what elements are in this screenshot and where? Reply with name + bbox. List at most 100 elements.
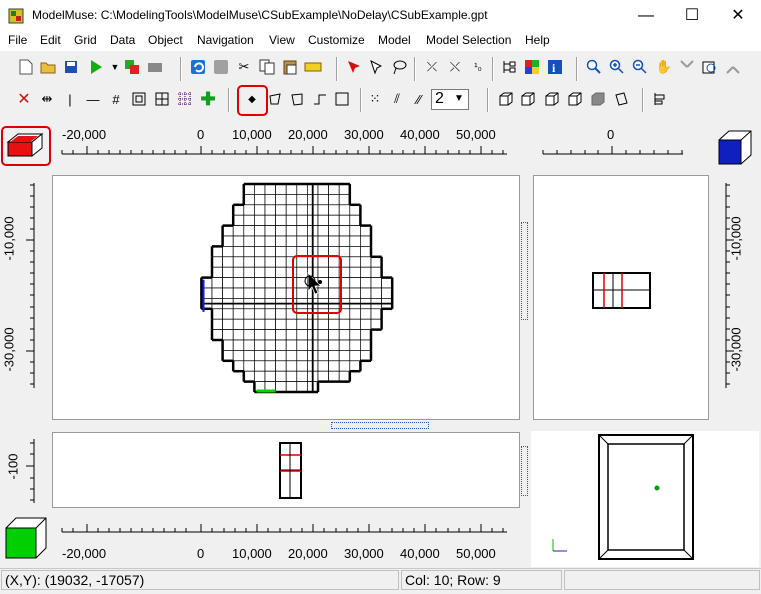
toolbar-row-1: ▼ ✂ ⤫ ⤬ ¹₀ i ✋ — [0, 52, 761, 86]
top-ruler: -20,000 0 10,000 20,000 30,000 40,000 50… — [52, 124, 522, 172]
cube-side-icon[interactable] — [543, 90, 561, 108]
maximize-button[interactable]: ☐ — [669, 0, 715, 31]
select-point-icon[interactable] — [368, 58, 386, 76]
vertical-splitter-handle[interactable] — [521, 222, 528, 320]
run-dropdown-icon[interactable]: ▼ — [106, 58, 124, 76]
close-button[interactable]: ✕ — [715, 0, 761, 31]
side-view-panel[interactable] — [533, 175, 709, 420]
right-ruler-label: -10,000 — [728, 216, 744, 261]
cube-wire-icon[interactable] — [612, 90, 630, 108]
left-ruler-label: -30,000 — [1, 327, 17, 372]
create-line-icon[interactable] — [266, 90, 284, 108]
cube-front-icon[interactable] — [519, 90, 537, 108]
minimize-button[interactable]: — — [623, 0, 669, 31]
next-view-icon[interactable] — [724, 58, 742, 76]
create-polygon-icon[interactable] — [288, 90, 306, 108]
arrange-icon[interactable] — [651, 90, 669, 108]
zoom-in-icon[interactable] — [608, 58, 626, 76]
menu-edit[interactable]: Edit — [40, 33, 61, 47]
import-icon[interactable] — [146, 58, 164, 76]
smooth-grid-icon[interactable] — [153, 90, 171, 108]
undo-icon[interactable] — [189, 58, 207, 76]
menu-grid[interactable]: Grid — [74, 33, 97, 47]
side-top-ruler: 0 — [533, 124, 709, 172]
add-grid-icon[interactable]: ✚ — [199, 89, 217, 109]
move-column-icon[interactable]: ⇹ — [38, 90, 56, 108]
menu-data[interactable]: Data — [110, 33, 135, 47]
3d-view-panel[interactable] — [531, 431, 759, 567]
save-icon[interactable] — [62, 58, 80, 76]
lines-layer-icon[interactable]: ⫽ — [388, 90, 406, 108]
export-model-icon[interactable] — [123, 58, 141, 76]
zoom-out-icon[interactable] — [631, 58, 649, 76]
lasso-icon[interactable] — [390, 58, 408, 76]
menu-customize[interactable]: Customize — [308, 33, 365, 47]
menu-file[interactable]: File — [8, 33, 27, 47]
object-hierarchy-icon[interactable] — [500, 58, 518, 76]
top-ruler-label: -20,000 — [62, 127, 107, 142]
layers-icon[interactable]: ⁄⁄ — [410, 90, 428, 108]
zoom-extents-icon[interactable] — [678, 58, 696, 76]
grid-spacing-icon[interactable] — [130, 90, 148, 108]
menu-model[interactable]: Model — [378, 33, 411, 47]
front-view-panel[interactable] — [52, 432, 520, 508]
menu-help[interactable]: Help — [525, 33, 550, 47]
insert-vertex-icon[interactable]: ⤫ — [423, 58, 441, 76]
horizontal-splitter-handle[interactable] — [331, 422, 429, 429]
create-point-icon[interactable]: ◆ — [243, 90, 261, 108]
vertical-splitter-handle-2[interactable] — [521, 446, 528, 496]
select-objects-icon[interactable] — [345, 58, 363, 76]
run-model-icon[interactable] — [87, 58, 105, 76]
bottom-ruler-label: 30,000 — [344, 546, 384, 561]
vertex-value-icon[interactable]: ¹₀ — [469, 58, 487, 76]
bottom-ruler: -20,000 0 10,000 20,000 30,000 40,000 50… — [52, 510, 522, 566]
layer-spin-box[interactable]: 2 ▼ — [431, 89, 469, 110]
open-folder-icon[interactable] — [39, 58, 57, 76]
info-icon[interactable]: i — [546, 58, 564, 76]
measure-ruler-icon[interactable] — [304, 58, 322, 76]
top-ruler-label: 20,000 — [288, 127, 328, 142]
rotate-grid-icon[interactable] — [176, 90, 194, 108]
menu-navigation[interactable]: Navigation — [197, 33, 254, 47]
layer-spin-value: 2 — [435, 90, 444, 107]
left-ruler-label: -10,000 — [1, 216, 17, 261]
bottom-ruler-label: 40,000 — [400, 546, 440, 561]
top-ruler-label: 40,000 — [400, 127, 440, 142]
cube-top-icon[interactable] — [497, 90, 515, 108]
delete-vertex-icon[interactable]: ⤬ — [446, 58, 464, 76]
pan-hand-icon[interactable]: ✋ — [655, 58, 673, 76]
redo-icon[interactable] — [212, 58, 230, 76]
red-cell-icon — [6, 132, 44, 158]
cube-3d-icon[interactable] — [566, 90, 584, 108]
restore-view-icon[interactable] — [701, 58, 719, 76]
copy-icon[interactable] — [258, 58, 276, 76]
cut-icon[interactable]: ✂ — [235, 58, 253, 76]
cursor-arrow-icon — [304, 272, 322, 295]
color-grid-icon[interactable] — [523, 58, 541, 76]
green-cell-icon — [5, 517, 47, 559]
generate-grid-icon[interactable]: # — [107, 90, 125, 108]
top-ruler-label: 0 — [197, 127, 205, 142]
side-view-selector[interactable] — [711, 124, 759, 172]
menu-model-selection[interactable]: Model Selection — [426, 33, 511, 47]
cube-shaded-icon[interactable] — [589, 90, 607, 108]
bottom-ruler-label: 10,000 — [232, 546, 272, 561]
new-file-icon[interactable] — [17, 58, 35, 76]
top-view-panel[interactable] — [52, 175, 520, 420]
top-ruler-label: 50,000 — [456, 127, 496, 142]
model-grid — [200, 182, 394, 394]
create-rectangle-icon[interactable] — [333, 90, 351, 108]
add-vertical-line-icon[interactable]: | — [61, 90, 79, 108]
top-view-selector[interactable] — [0, 124, 51, 172]
points-layer-icon[interactable]: ⁙ — [366, 90, 384, 108]
menu-object[interactable]: Object — [148, 33, 183, 47]
zoom-icon[interactable] — [585, 58, 603, 76]
paste-icon[interactable] — [281, 58, 299, 76]
menu-view[interactable]: View — [269, 33, 295, 47]
chevron-down-icon[interactable]: ▼ — [454, 93, 464, 104]
front-view-selector[interactable] — [0, 510, 51, 566]
delete-column-icon[interactable]: ✕ — [15, 90, 33, 108]
create-straight-line-icon[interactable] — [311, 90, 329, 108]
add-horizontal-line-icon[interactable]: — — [84, 90, 102, 108]
side-ruler-label: 0 — [607, 127, 615, 142]
